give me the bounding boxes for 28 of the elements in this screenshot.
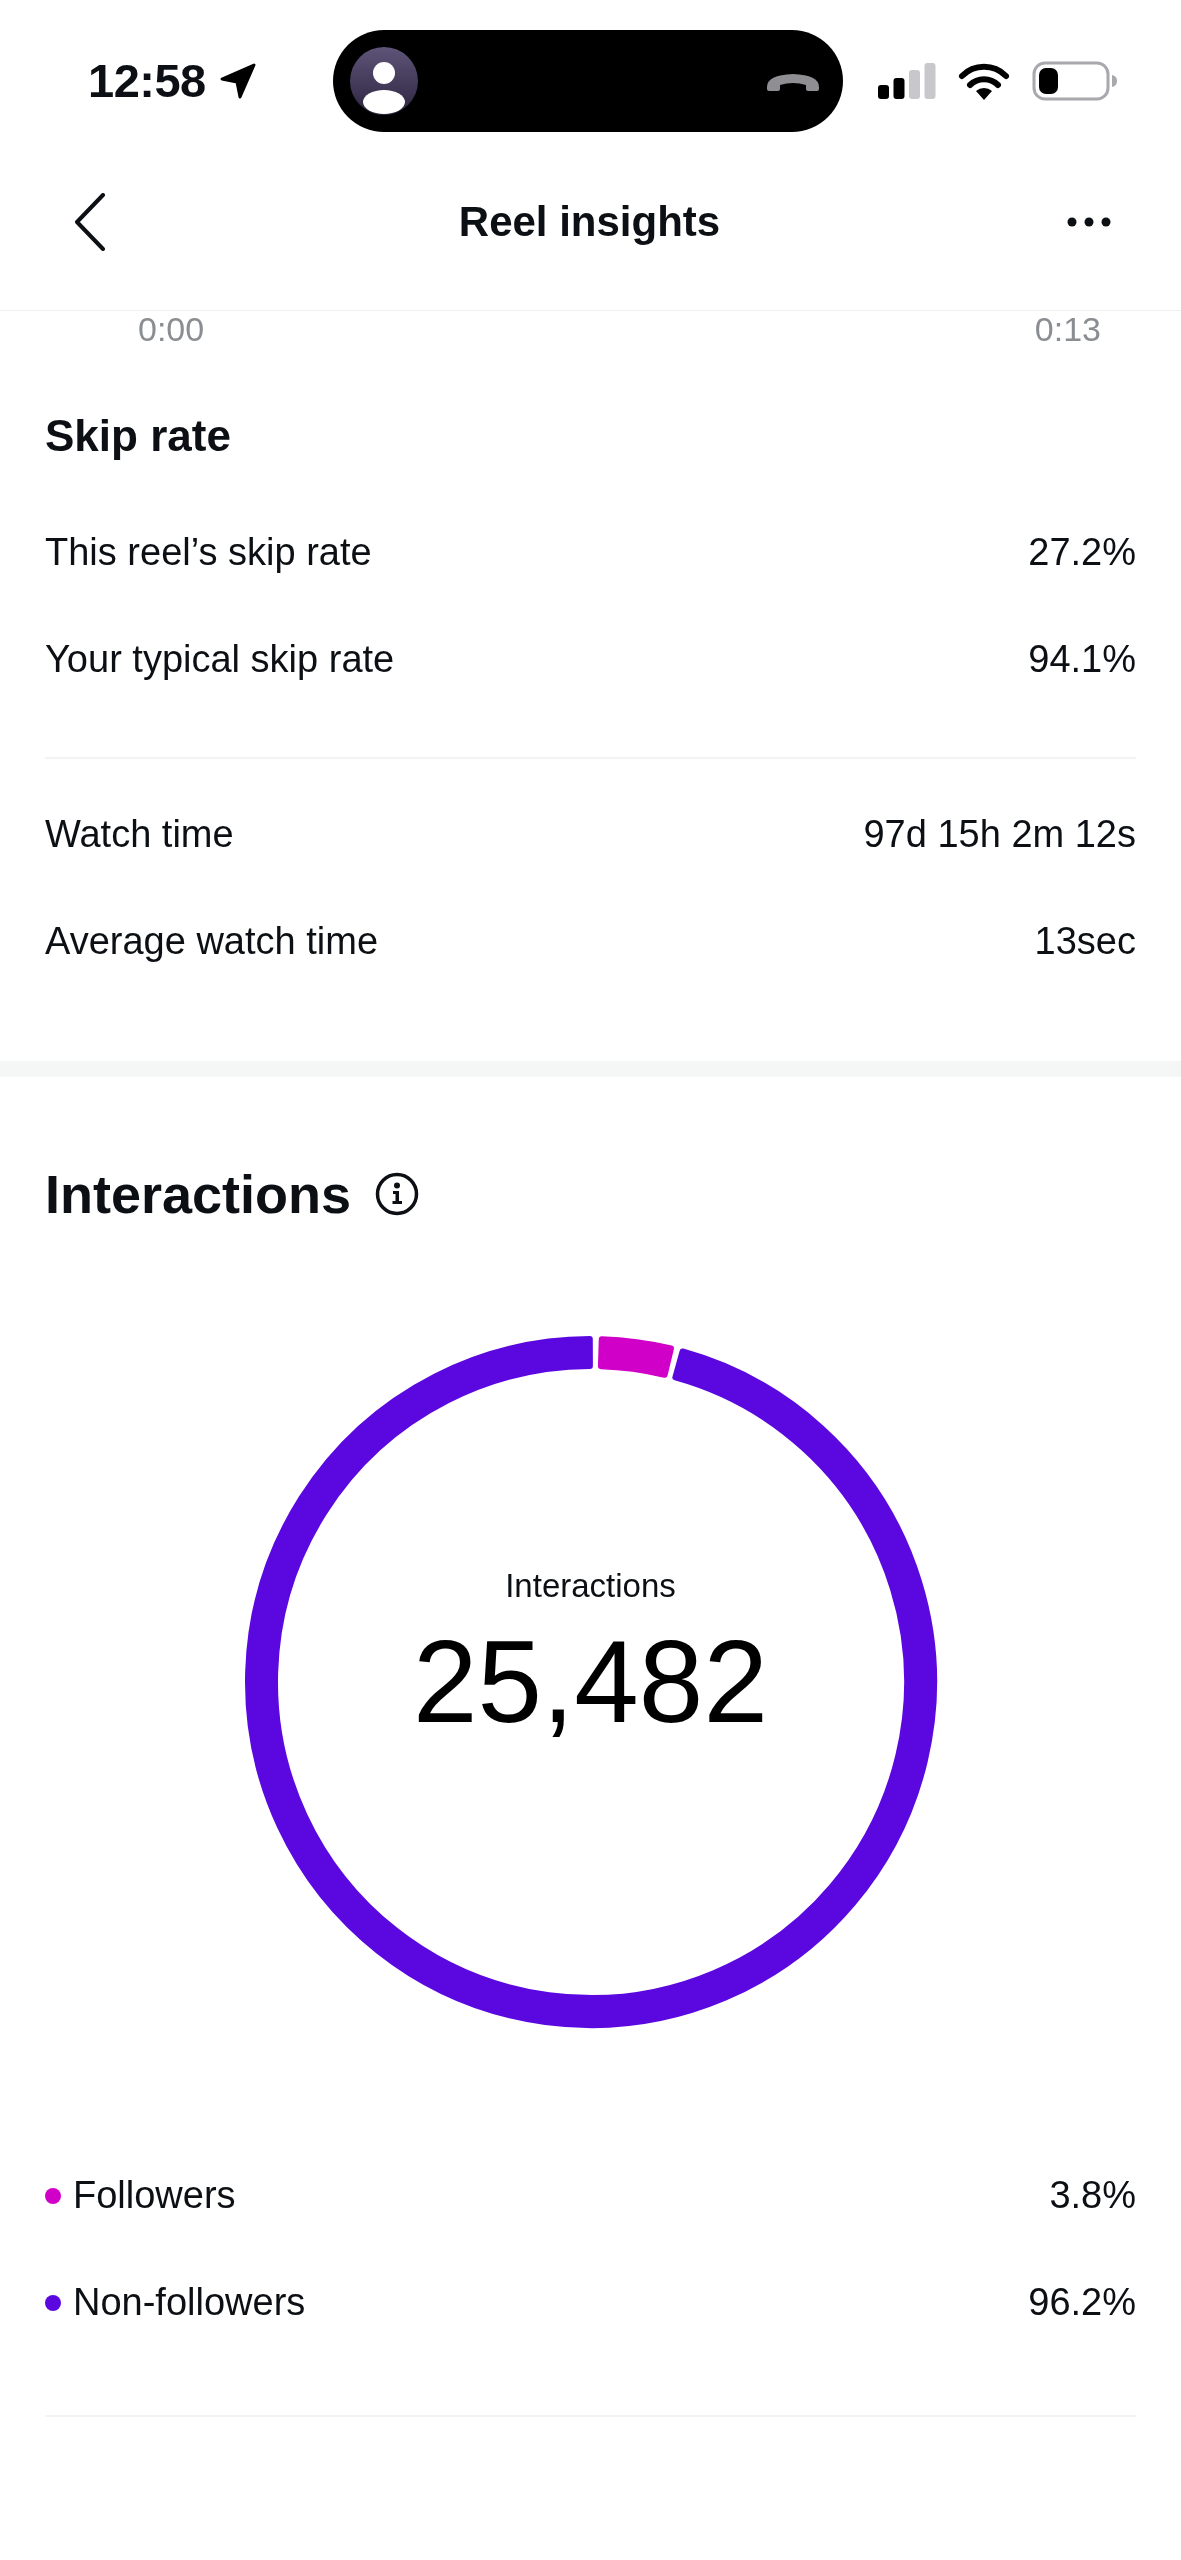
- location-arrow-icon: [219, 63, 256, 99]
- legend-value: 96.2%: [1028, 2281, 1136, 2324]
- stat-value: 97d 15h 2m 12s: [863, 813, 1136, 856]
- stat-value: 13sec: [1034, 920, 1136, 963]
- interactions-total: 25,482: [413, 1622, 768, 1742]
- more-icon: [1067, 216, 1111, 227]
- status-time: 12:58: [88, 53, 206, 109]
- battery-icon: [1032, 61, 1118, 101]
- stat-label: This reel’s skip rate: [45, 531, 372, 574]
- wifi-icon: [957, 62, 1011, 100]
- legend-value: 3.8%: [1049, 2174, 1136, 2217]
- legend-label: Followers: [73, 2174, 236, 2217]
- legend-label: Non-followers: [73, 2281, 306, 2324]
- chart-center-label: Interactions: [505, 1566, 676, 1606]
- stat-label: Average watch time: [45, 920, 379, 963]
- stat-value: 27.2%: [1028, 531, 1136, 574]
- stat-label: Your typical skip rate: [45, 638, 395, 681]
- stat-value: 94.1%: [1028, 638, 1136, 681]
- signal-icon: [878, 63, 936, 99]
- stat-label: Watch time: [45, 813, 234, 856]
- section-title: Interactions: [45, 1164, 352, 1224]
- avatar-icon: [350, 47, 418, 115]
- timeline-label: 0:13: [1034, 311, 1101, 347]
- chevron-left-icon: [74, 192, 106, 251]
- section-title: Skip rate: [45, 414, 231, 458]
- page-title: Reel insights: [458, 196, 721, 247]
- info-icon[interactable]: [375, 1172, 420, 1216]
- timeline-label: 0:00: [138, 311, 205, 347]
